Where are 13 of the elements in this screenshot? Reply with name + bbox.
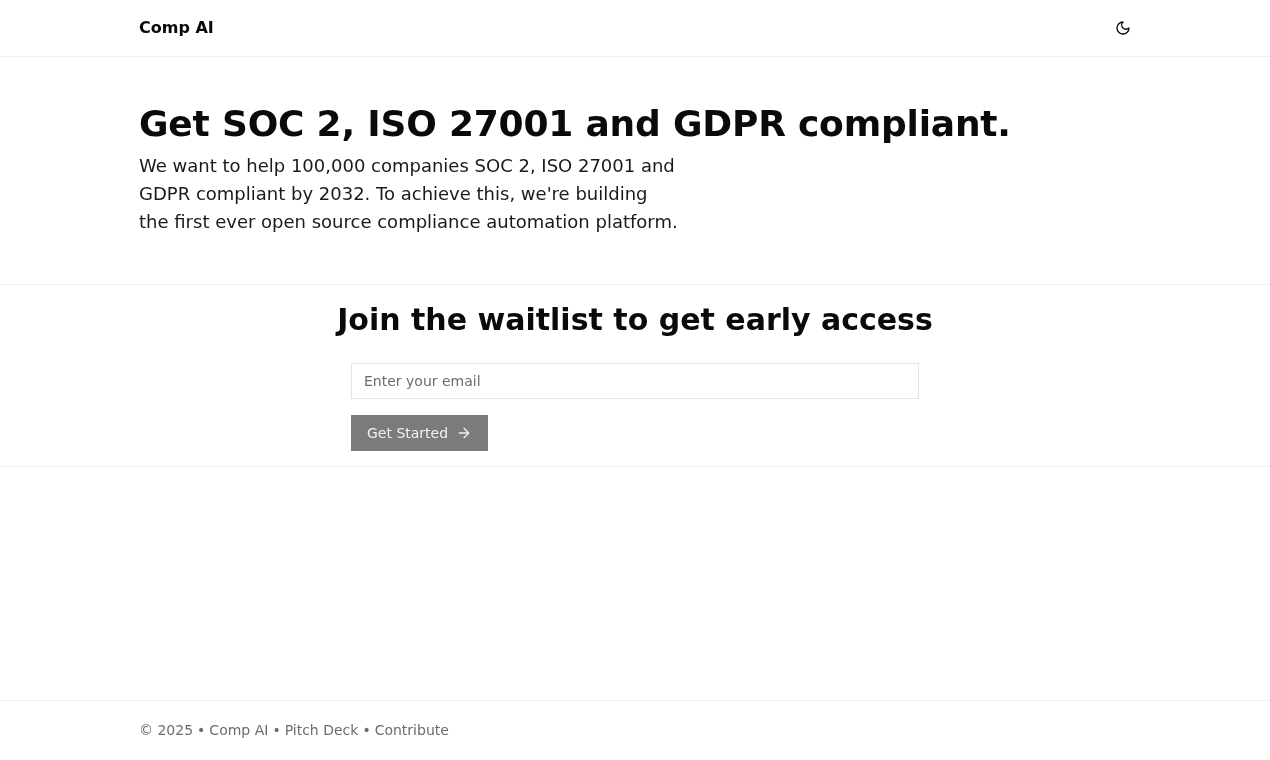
bullet-separator: • [272,721,281,740]
bullet-separator: • [197,721,206,740]
waitlist-heading: Join the waitlist to get early access [337,302,933,338]
footer-link[interactable]: Contribute [374,720,449,740]
hero-heading: Get SOC 2, ISO 27001 and GDPR compliant. [139,102,1012,146]
email-field[interactable]: Enter your email [351,363,919,399]
footer-link[interactable]: Pitch Deck [284,720,359,740]
footer-link[interactable]: Comp AI [209,720,269,740]
bullet-separator: • [362,721,371,740]
copyright-text: © 2025 [139,721,194,740]
logo-link[interactable]: Comp AI [139,18,214,38]
moon-icon [1115,20,1131,36]
hero-description: We want to help 100,000 companies SOC 2, ISO 27001 and GDPR compliant by 2032. To achieve this, we're building the first ever open source compliance automation platform. [139,154,679,234]
